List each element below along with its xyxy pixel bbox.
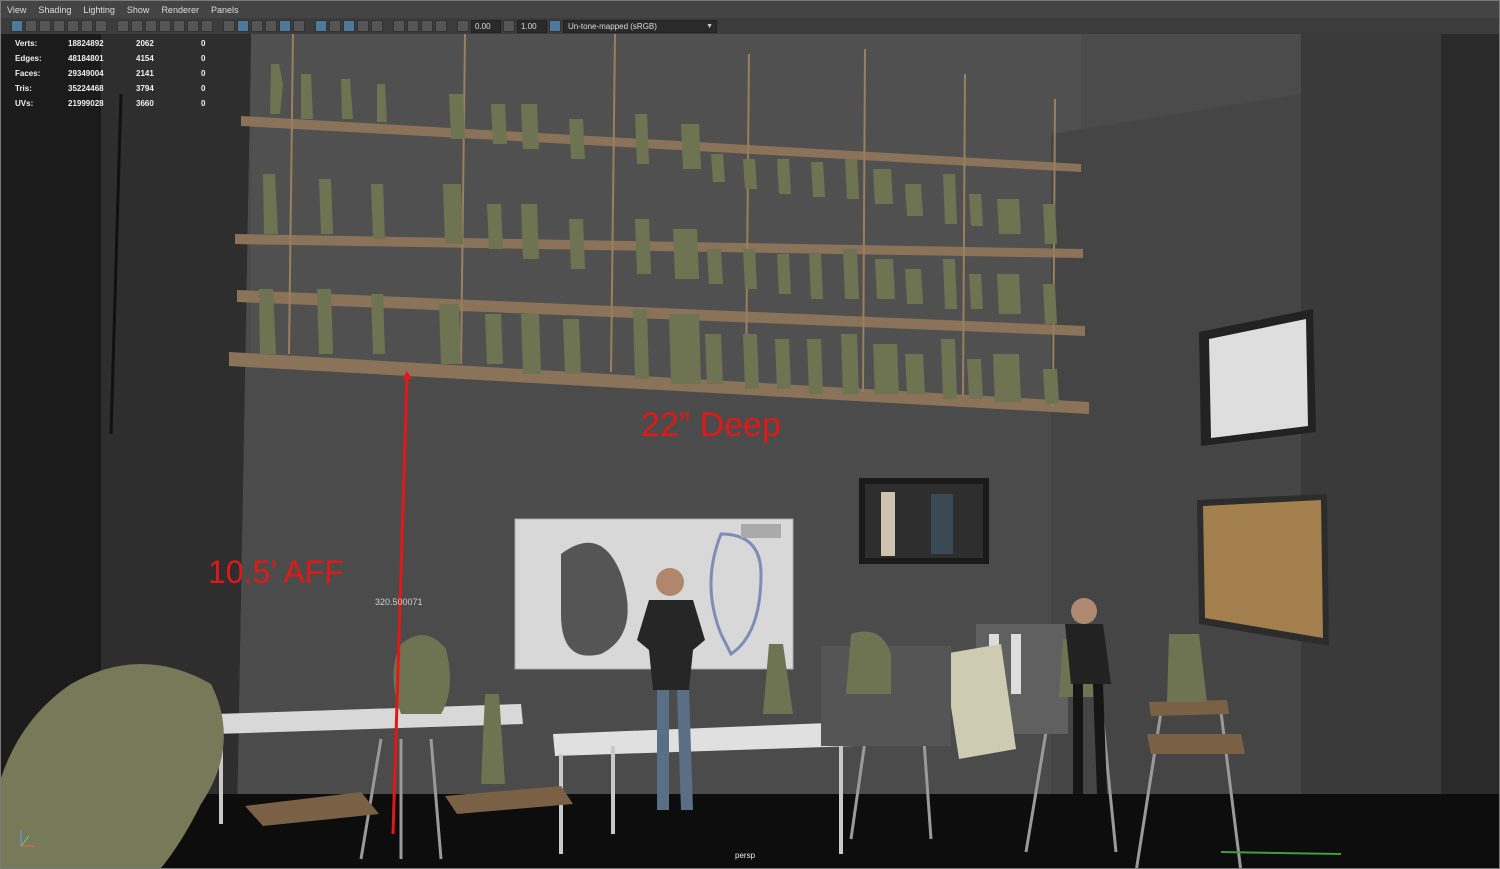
bookmark-icon[interactable] (53, 20, 65, 32)
grease-pencil-icon[interactable] (95, 20, 107, 32)
hud-row: UVs: 21999028 3660 0 (15, 99, 206, 108)
shadows-icon[interactable] (315, 20, 327, 32)
grid-icon[interactable] (117, 20, 129, 32)
camera-label: persp (735, 851, 756, 860)
menu-lighting[interactable]: Lighting (77, 5, 121, 15)
default-material-icon[interactable] (251, 20, 263, 32)
ambient-occlusion-icon[interactable] (329, 20, 341, 32)
gamma-field[interactable]: 1.00 (517, 19, 547, 33)
hud-row: Tris: 35224468 3794 0 (15, 84, 206, 93)
color-management-icon[interactable] (549, 20, 561, 32)
motion-blur-icon[interactable] (343, 20, 355, 32)
lights-icon[interactable] (293, 20, 305, 32)
field-chart-icon[interactable] (173, 20, 185, 32)
menu-panels[interactable]: Panels (205, 5, 245, 15)
depth-of-field-icon[interactable] (371, 20, 383, 32)
poly-count-hud: Verts: 18824892 2062 0 Edges: 48184801 4… (15, 36, 221, 111)
distance-readout: 320.500071 (375, 597, 423, 607)
exposure-field[interactable]: 0.00 (471, 19, 501, 33)
depth-annotation: 22” Deep (641, 406, 781, 444)
viewport-menu-bar: View Shading Lighting Show Renderer Pane… (1, 1, 1499, 18)
safe-action-icon[interactable] (187, 20, 199, 32)
viewport-toolbar: 0.00 1.00 Un-tone-mapped (sRGB) ▼ (1, 18, 1499, 34)
menu-show[interactable]: Show (121, 5, 156, 15)
hud-row: Verts: 18824892 2062 0 (15, 39, 206, 48)
menu-view[interactable]: View (1, 5, 32, 15)
menu-renderer[interactable]: Renderer (155, 5, 205, 15)
textured-icon[interactable] (279, 20, 291, 32)
xray-active-icon[interactable] (421, 20, 433, 32)
camera-attributes-icon[interactable] (39, 20, 51, 32)
wireframe-icon[interactable] (223, 20, 235, 32)
image-plane-icon[interactable] (67, 20, 79, 32)
color-space-dropdown[interactable]: Un-tone-mapped (sRGB) ▼ (563, 19, 717, 33)
xray-icon[interactable] (407, 20, 419, 32)
menu-shading[interactable]: Shading (32, 5, 77, 15)
resolution-gate-icon[interactable] (145, 20, 157, 32)
isolate-select-icon[interactable] (393, 20, 405, 32)
smooth-shade-icon[interactable] (237, 20, 249, 32)
chevron-down-icon: ▼ (706, 22, 713, 30)
gate-mask-icon[interactable] (159, 20, 171, 32)
hud-row: Faces: 29349004 2141 0 (15, 69, 206, 78)
anti-aliasing-icon[interactable] (357, 20, 369, 32)
hud-row: Edges: 48184801 4154 0 (15, 54, 206, 63)
xray-joints-icon[interactable] (435, 20, 447, 32)
wireframe-on-shaded-icon[interactable] (265, 20, 277, 32)
scene-render (1, 34, 1499, 868)
select-camera-icon[interactable] (11, 20, 23, 32)
color-space-value: Un-tone-mapped (sRGB) (568, 21, 657, 31)
height-annotation: 10.5’ AFF (208, 554, 344, 590)
lock-camera-icon[interactable] (25, 20, 37, 32)
safe-title-icon[interactable] (201, 20, 213, 32)
twod-pan-zoom-icon[interactable] (81, 20, 93, 32)
film-gate-icon[interactable] (131, 20, 143, 32)
perspective-viewport[interactable]: Verts: 18824892 2062 0 Edges: 48184801 4… (1, 34, 1499, 868)
exposure-icon[interactable] (457, 20, 469, 32)
gamma-icon[interactable] (503, 20, 515, 32)
maya-viewport-window: View Shading Lighting Show Renderer Pane… (0, 0, 1500, 869)
